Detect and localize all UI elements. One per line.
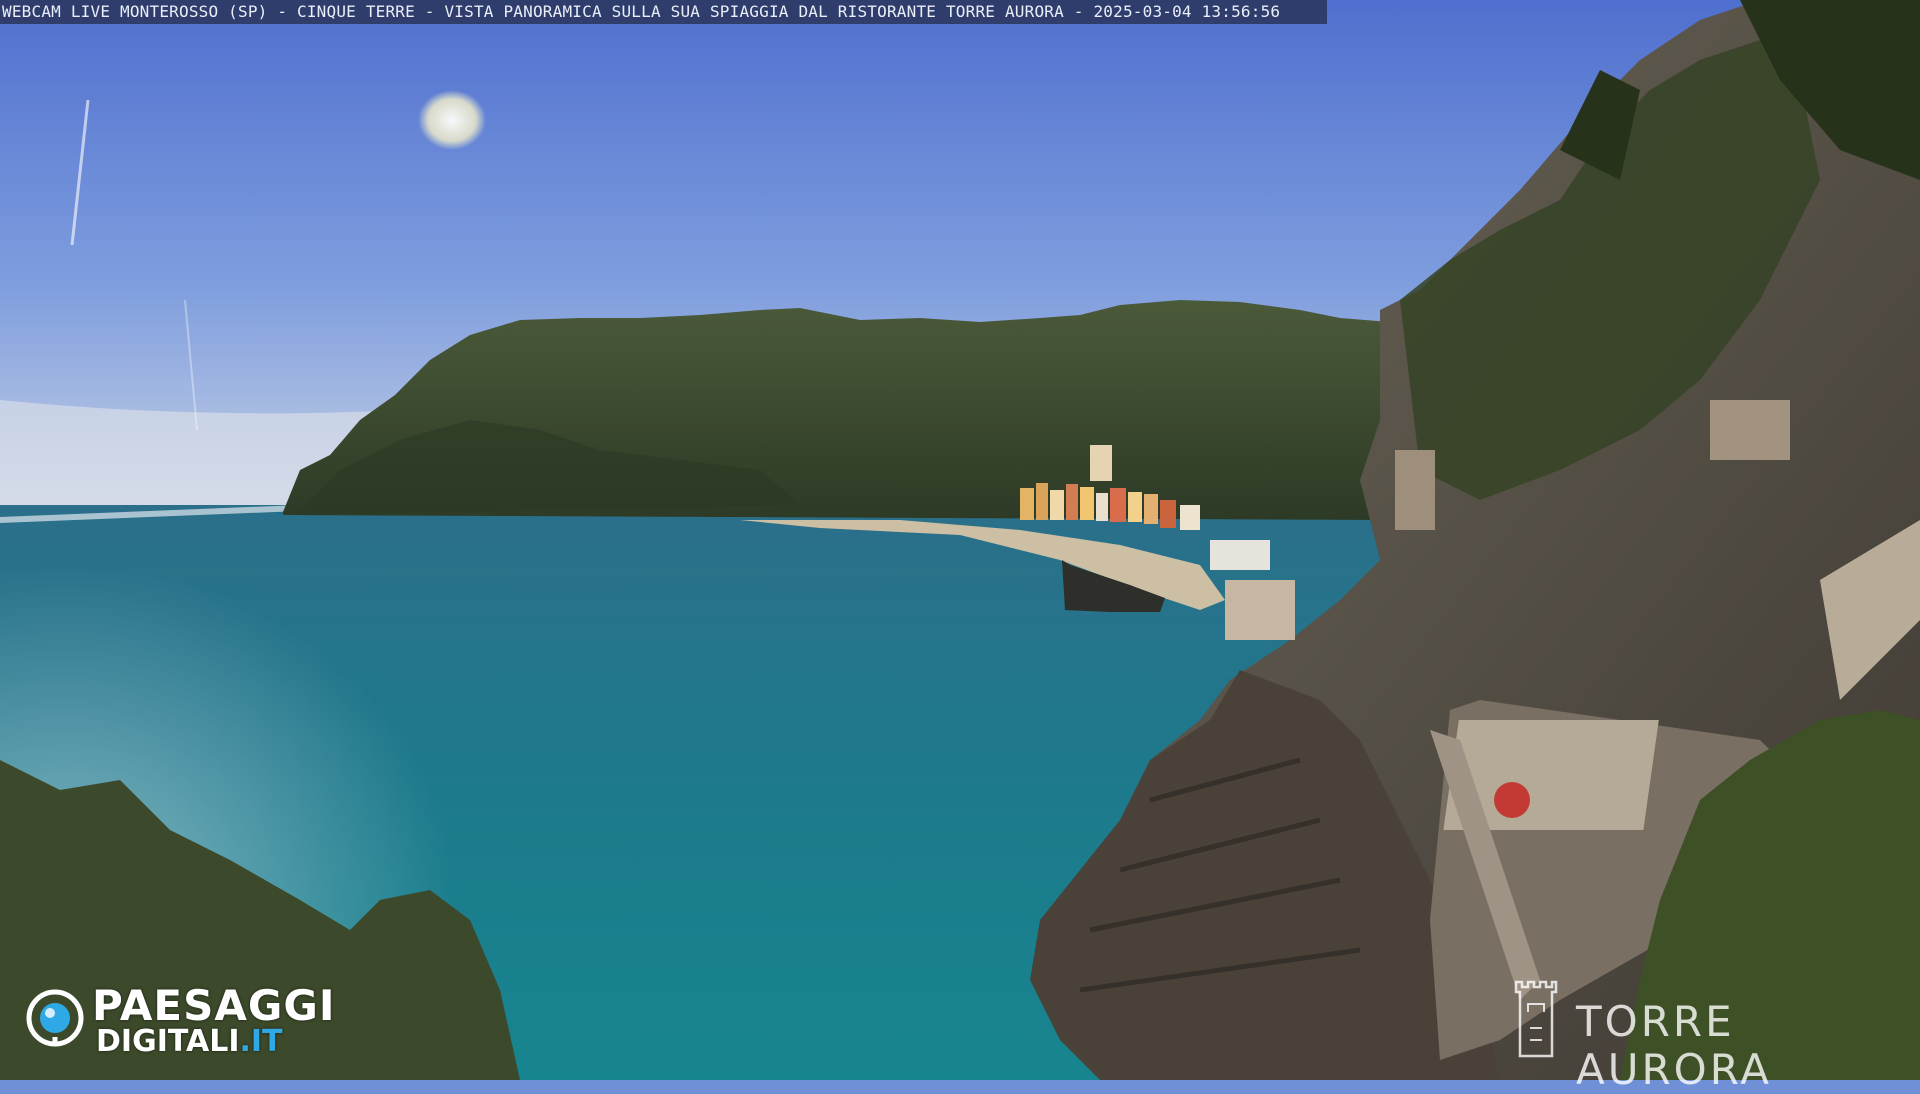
- fortress-wall: [1395, 450, 1435, 530]
- bar-building: [1210, 540, 1270, 570]
- logo-text-tld: .IT: [239, 1024, 283, 1059]
- fortress-wall: [1710, 400, 1790, 460]
- webcam-scene: [0, 0, 1920, 1080]
- torre-aurora-watermark: TORRE AURORA: [1510, 978, 1890, 1094]
- logo-text-line1: PAESAGGI: [92, 981, 336, 1030]
- camera-lens-icon: [26, 989, 84, 1047]
- building-block: [1225, 580, 1295, 640]
- logo-text-main: DIGITALI: [96, 1024, 240, 1059]
- paesaggi-digitali-logo: PAESAGGI DIGITALI.IT: [26, 981, 336, 1059]
- red-dome: [1494, 782, 1530, 818]
- tower-icon: [1514, 980, 1558, 1058]
- camera-title-bar: WEBCAM LIVE MONTEROSSO (SP) - CINQUE TER…: [0, 0, 1327, 24]
- logo-text-line2: DIGITALI.IT: [96, 1025, 283, 1059]
- lens-flare: [418, 90, 486, 150]
